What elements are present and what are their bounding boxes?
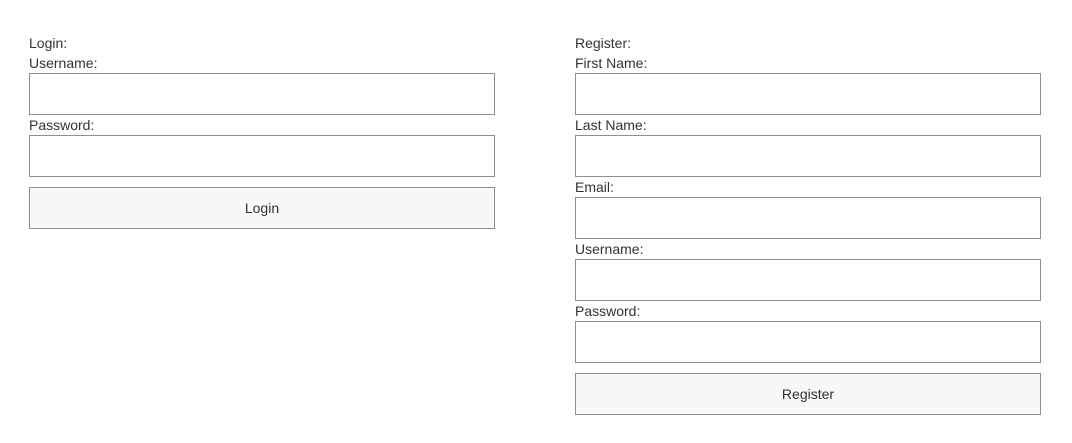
login-button[interactable]: Login xyxy=(29,187,495,229)
register-email-input[interactable] xyxy=(575,197,1041,239)
login-username-input[interactable] xyxy=(29,73,495,115)
register-last-name-label: Last Name: xyxy=(575,117,647,133)
register-username-label: Username: xyxy=(575,241,644,257)
login-username-label: Username: xyxy=(29,55,98,71)
register-email-label: Email: xyxy=(575,179,614,195)
register-last-name-input[interactable] xyxy=(575,135,1041,177)
login-form-title: Login: xyxy=(29,35,68,51)
register-first-name-label: First Name: xyxy=(575,55,648,71)
login-password-input[interactable] xyxy=(29,135,495,177)
register-first-name-input[interactable] xyxy=(575,73,1041,115)
login-password-label: Password: xyxy=(29,117,95,133)
register-username-input[interactable] xyxy=(575,259,1041,301)
register-form-title: Register: xyxy=(575,35,632,51)
register-password-label: Password: xyxy=(575,303,641,319)
register-password-input[interactable] xyxy=(575,321,1041,363)
register-button[interactable]: Register xyxy=(575,373,1041,415)
login-form: Login: Username: Password: Login xyxy=(29,33,495,229)
register-form: Register: First Name: Last Name: Email: … xyxy=(575,33,1041,415)
